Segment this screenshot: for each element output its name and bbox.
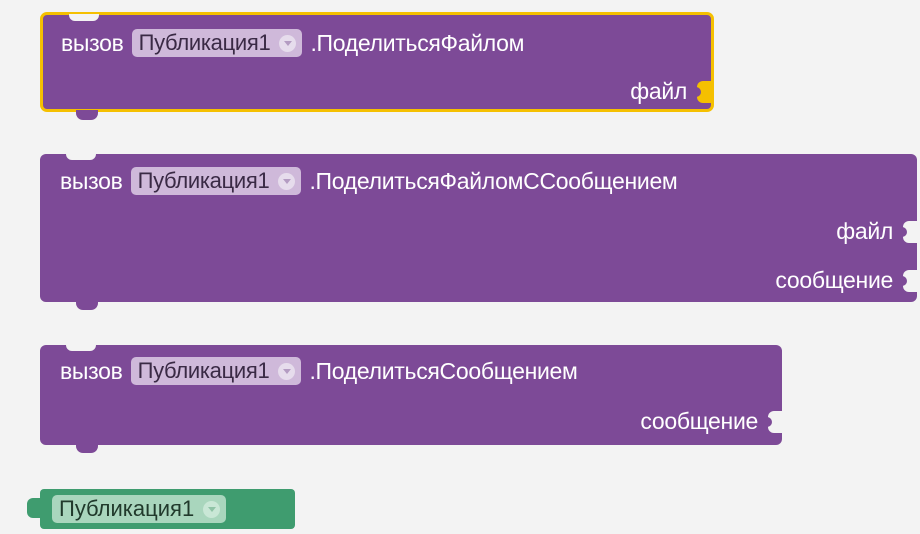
block-bottom-connector xyxy=(76,443,98,453)
block-header: вызов Публикация1 .ПоделитьсяФайломССооб… xyxy=(60,167,678,195)
param-label: файл xyxy=(836,218,893,244)
output-plug-icon xyxy=(27,498,41,518)
call-share-file-block[interactable]: вызов Публикация1 .ПоделитьсяФайлом файл xyxy=(40,12,714,120)
blocks-workspace[interactable]: вызов Публикация1 .ПоделитьсяФайлом файл… xyxy=(0,0,920,534)
param-row-file: файл xyxy=(836,218,917,245)
component-dropdown[interactable]: Публикация1 xyxy=(52,495,227,523)
component-dropdown[interactable]: Публикация1 xyxy=(130,167,302,195)
value-socket-icon[interactable] xyxy=(695,80,711,103)
component-dropdown-label: Публикация1 xyxy=(137,358,270,383)
call-share-file-with-message-block[interactable]: вызов Публикация1 .ПоделитьсяФайломССооб… xyxy=(40,153,917,310)
chevron-down-icon[interactable] xyxy=(278,362,296,380)
component-dropdown-label: Публикация1 xyxy=(137,168,270,193)
param-label: сообщение xyxy=(775,267,893,293)
block-header: вызов Публикация1 .ПоделитьсяСообщением xyxy=(60,357,578,385)
value-socket-icon[interactable] xyxy=(901,220,917,243)
call-keyword: вызов xyxy=(60,357,123,384)
param-label: сообщение xyxy=(640,408,758,434)
block-bottom-connector xyxy=(76,300,98,310)
param-label: файл xyxy=(630,78,687,104)
block-header: вызов Публикация1 .ПоделитьсяФайлом xyxy=(61,29,524,57)
block-top-notch xyxy=(66,344,96,351)
call-keyword: вызов xyxy=(61,29,124,56)
chevron-down-icon[interactable] xyxy=(278,172,296,190)
chevron-down-icon[interactable] xyxy=(279,34,297,52)
chevron-down-icon[interactable] xyxy=(203,500,221,518)
call-keyword: вызов xyxy=(60,167,123,194)
param-row-message: сообщение xyxy=(775,267,917,294)
value-socket-icon[interactable] xyxy=(901,269,917,292)
component-getter-block[interactable]: Публикация1 xyxy=(27,489,295,529)
method-name: .ПоделитьсяФайлом xyxy=(310,29,525,56)
value-socket-icon[interactable] xyxy=(766,410,782,433)
component-dropdown[interactable]: Публикация1 xyxy=(130,357,302,385)
component-dropdown-label: Публикация1 xyxy=(59,496,195,521)
block-top-notch xyxy=(66,153,96,160)
call-share-message-block[interactable]: вызов Публикация1 .ПоделитьсяСообщением … xyxy=(40,344,782,453)
method-name: .ПоделитьсяСообщением xyxy=(309,357,578,384)
method-name: .ПоделитьсяФайломССообщением xyxy=(309,167,678,194)
block-bottom-connector xyxy=(76,110,98,120)
block-top-notch xyxy=(69,14,99,21)
param-row-message: сообщение xyxy=(640,408,782,435)
component-dropdown-label: Публикация1 xyxy=(138,30,271,55)
component-dropdown[interactable]: Публикация1 xyxy=(131,29,303,57)
param-row-file: файл xyxy=(630,78,711,105)
